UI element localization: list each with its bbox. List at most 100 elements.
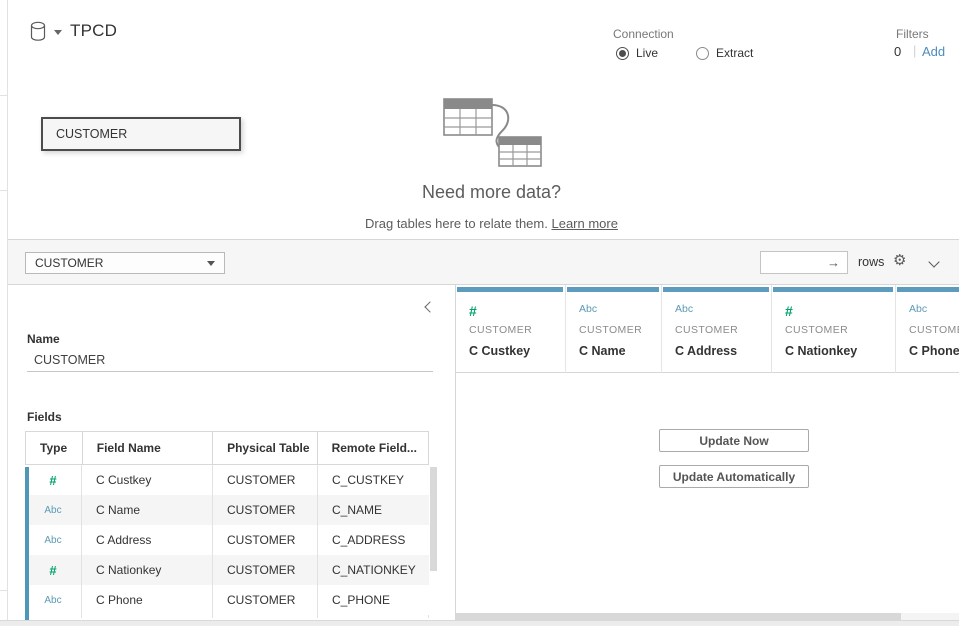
table-row-clipped — [25, 615, 429, 618]
column-accent-strip — [567, 287, 659, 292]
col-header-remote-field[interactable]: Remote Field... — [318, 432, 428, 464]
number-type-icon[interactable]: # — [49, 563, 56, 578]
table-row[interactable]: # C Nationkey CUSTOMER C_NATIONKEY — [25, 555, 429, 585]
live-radio-label: Live — [636, 46, 658, 60]
column-table-name: CUSTOMER — [785, 324, 895, 336]
update-now-button[interactable]: Update Now — [659, 429, 809, 452]
scrollbar-thumb[interactable] — [456, 613, 901, 620]
update-automatically-button[interactable]: Update Automatically — [659, 465, 809, 488]
grid-header-row: # CUSTOMER C Custkey Abc CUSTOMER C Name… — [456, 285, 959, 373]
rail-divider — [0, 590, 8, 591]
field-name-cell[interactable]: C Address — [82, 525, 213, 555]
string-type-icon[interactable]: Abc — [44, 535, 61, 546]
table-metadata-panel: Name Fields Type Field Name Physical Tab… — [8, 285, 455, 620]
gear-icon[interactable]: ⚙ — [893, 253, 906, 268]
fields-table: Type Field Name Physical Table Remote Fi… — [25, 431, 429, 618]
filters-separator: | — [913, 43, 916, 58]
fields-table-header: Type Field Name Physical Table Remote Fi… — [25, 431, 429, 465]
rows-limit-field: → — [760, 251, 848, 274]
grid-column-c-phone[interactable]: Abc CUSTOMER C Phone — [896, 285, 959, 373]
connection-live-radio[interactable]: Live — [616, 45, 658, 61]
grid-column-c-name[interactable]: Abc CUSTOMER C Name — [566, 285, 662, 373]
collapsed-left-pane-rail[interactable] — [0, 0, 8, 626]
learn-more-link[interactable]: Learn more — [551, 216, 617, 231]
column-table-name: CUSTOMER — [579, 324, 661, 336]
empty-canvas-title: Need more data? — [16, 182, 959, 203]
remote-field-cell: C_ADDRESS — [318, 525, 429, 555]
remote-field-cell: C_PHONE — [318, 585, 429, 615]
grid-column-c-nationkey[interactable]: # CUSTOMER C Nationkey — [772, 285, 896, 373]
table-row[interactable]: Abc C Phone CUSTOMER C_PHONE — [25, 585, 429, 615]
logical-table-customer[interactable]: CUSTOMER — [41, 117, 241, 151]
add-filter-link[interactable]: Add — [922, 44, 945, 59]
remote-field-cell: C_NAME — [318, 495, 429, 525]
string-type-icon: Abc — [909, 303, 959, 319]
column-accent-strip — [663, 287, 769, 292]
column-accent-strip — [897, 287, 959, 292]
filters-count: 0 — [894, 44, 901, 59]
table-details-toolbar: CUSTOMER → rows ⚙ — [8, 240, 959, 285]
drag-tables-hint: Drag tables here to relate them. — [365, 216, 548, 231]
fields-table-scrollbar[interactable] — [430, 435, 437, 620]
relationship-canvas: TPCD Connection Live Extract Filters 0 |… — [8, 0, 959, 240]
datasource-menu-caret-icon — [54, 30, 62, 35]
grid-column-c-custkey[interactable]: # CUSTOMER C Custkey — [456, 285, 566, 373]
name-label: Name — [27, 332, 60, 346]
data-preview-grid: # CUSTOMER C Custkey Abc CUSTOMER C Name… — [455, 285, 959, 620]
table-row[interactable]: # C Custkey CUSTOMER C_CUSTKEY — [25, 465, 429, 495]
number-type-icon: # — [785, 303, 895, 319]
column-field-name: C Custkey — [469, 344, 565, 358]
chevron-down-icon[interactable] — [928, 256, 939, 267]
table-chip-label: CUSTOMER — [56, 127, 127, 141]
fields-label: Fields — [27, 410, 62, 424]
table-selector-dropdown[interactable]: CUSTOMER — [25, 252, 225, 274]
column-table-name: CUSTOMER — [469, 324, 565, 336]
grid-horizontal-scrollbar[interactable] — [456, 613, 959, 620]
radio-selected-icon — [616, 47, 629, 60]
column-field-name: C Nationkey — [785, 344, 895, 358]
column-table-name: CUSTOMER — [909, 324, 959, 336]
table-name-input[interactable] — [27, 348, 433, 372]
scrollbar-thumb[interactable] — [430, 467, 437, 571]
datasource-title: TPCD — [70, 21, 117, 41]
connection-label: Connection — [613, 27, 674, 41]
number-type-icon[interactable]: # — [49, 473, 56, 488]
string-type-icon: Abc — [579, 303, 661, 319]
column-accent-strip — [773, 287, 893, 292]
field-name-cell[interactable]: C Nationkey — [82, 555, 213, 585]
column-field-name: C Phone — [909, 344, 959, 358]
field-name-cell[interactable]: C Custkey — [82, 465, 213, 495]
connection-extract-radio[interactable]: Extract — [696, 45, 753, 61]
col-header-physical-table[interactable]: Physical Table — [213, 432, 317, 464]
field-name-cell[interactable]: C Phone — [82, 585, 213, 615]
apply-rows-arrow-icon[interactable]: → — [827, 255, 840, 270]
physical-table-cell: CUSTOMER — [213, 525, 318, 555]
physical-table-cell: CUSTOMER — [213, 495, 318, 525]
bottom-edge-band — [0, 620, 959, 626]
physical-table-cell: CUSTOMER — [213, 555, 318, 585]
physical-table-cell: CUSTOMER — [213, 465, 318, 495]
filters-label: Filters — [896, 27, 929, 41]
radio-unselected-icon — [696, 47, 709, 60]
column-field-name: C Address — [675, 344, 771, 358]
column-accent-strip — [457, 287, 563, 292]
table-row[interactable]: Abc C Address CUSTOMER C_ADDRESS — [25, 525, 429, 555]
string-type-icon: Abc — [675, 303, 771, 319]
table-selector-value: CUSTOMER — [35, 256, 207, 270]
field-name-cell[interactable]: C Name — [82, 495, 213, 525]
collapse-panel-icon[interactable] — [424, 301, 435, 312]
column-field-name: C Name — [579, 344, 661, 358]
rows-limit-input[interactable] — [769, 256, 827, 270]
column-table-name: CUSTOMER — [675, 324, 771, 336]
table-row[interactable]: Abc C Name CUSTOMER C_NAME — [25, 495, 429, 525]
database-icon — [30, 21, 48, 43]
col-header-field-name[interactable]: Field Name — [83, 432, 213, 464]
grid-column-c-address[interactable]: Abc CUSTOMER C Address — [662, 285, 772, 373]
datasource-menu-button[interactable] — [30, 21, 66, 45]
string-type-icon[interactable]: Abc — [44, 505, 61, 516]
string-type-icon[interactable]: Abc — [44, 595, 61, 606]
col-header-type[interactable]: Type — [26, 432, 83, 464]
physical-table-cell: CUSTOMER — [213, 585, 318, 615]
rows-label: rows — [858, 255, 884, 269]
extract-radio-label: Extract — [716, 46, 753, 60]
